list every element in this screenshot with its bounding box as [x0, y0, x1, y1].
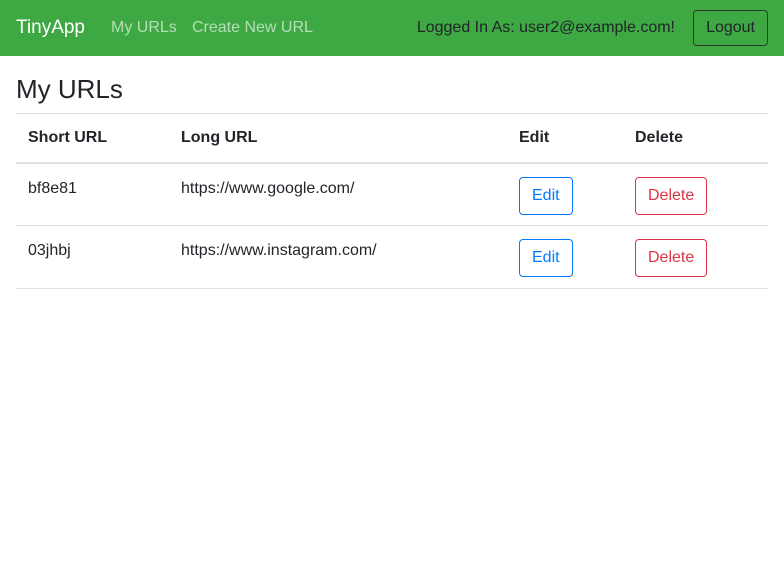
long-url-text: https://www.instagram.com/: [181, 242, 377, 259]
edit-button[interactable]: Edit: [519, 176, 573, 215]
table-header: Short URL Long URL Edit Delete: [16, 113, 768, 164]
short-url-text: bf8e81: [28, 179, 77, 197]
long-url-cell: https://www.google.com/: [169, 162, 507, 226]
table-body: bf8e81 https://www.google.com/ Edit Dele…: [16, 162, 768, 289]
nav-link-my-urls[interactable]: My URLs: [111, 18, 177, 38]
logout-button[interactable]: Logout: [693, 10, 768, 46]
edit-button[interactable]: Edit: [519, 239, 573, 277]
long-url-text: https://www.google.com/: [181, 179, 355, 197]
logged-in-status: Logged In As: user2@example.com!: [416, 19, 675, 36]
delete-button[interactable]: Delete: [635, 239, 708, 277]
column-header-long-url: Long URL: [169, 113, 507, 164]
short-url-text: 03jhbj: [28, 242, 71, 259]
edit-cell: Edit: [507, 162, 623, 226]
nav-link-create-new-url[interactable]: Create New URL: [192, 18, 313, 38]
short-url-cell: 03jhbj: [16, 225, 169, 289]
delete-cell: Delete: [623, 162, 768, 226]
urls-table: Short URL Long URL Edit Delete bf8e81 ht…: [16, 113, 768, 289]
long-url-cell: https://www.instagram.com/: [169, 225, 507, 289]
column-header-delete: Delete: [623, 113, 768, 164]
delete-button[interactable]: Delete: [635, 176, 708, 215]
delete-cell: Delete: [623, 225, 768, 289]
table-row: 03jhbj https://www.instagram.com/ Edit D…: [16, 225, 768, 289]
page-title: My URLs: [16, 74, 123, 104]
short-url-cell: bf8e81: [16, 162, 169, 226]
navbar: TinyApp My URLs Create New URL Logged In…: [0, 0, 784, 56]
brand-link[interactable]: TinyApp: [16, 16, 85, 40]
table-row: bf8e81 https://www.google.com/ Edit Dele…: [16, 162, 768, 226]
column-header-edit: Edit: [507, 113, 623, 164]
table-header-row: Short URL Long URL Edit Delete: [16, 113, 768, 164]
edit-cell: Edit: [507, 225, 623, 289]
column-header-short-url: Short URL: [16, 113, 169, 164]
